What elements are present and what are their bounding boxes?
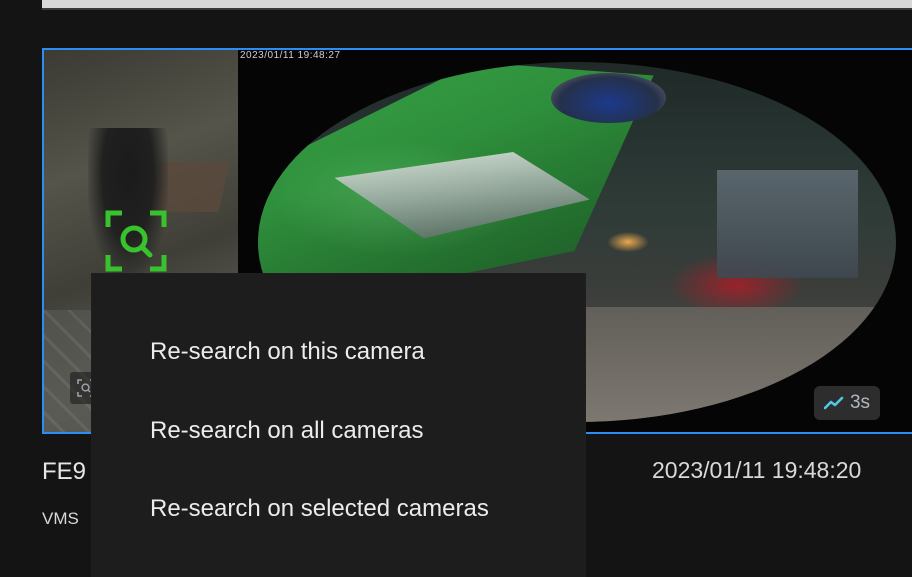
- camera-subtitle: VMS: [42, 509, 79, 528]
- trend-badge[interactable]: 3s: [814, 386, 880, 420]
- context-menu: Re-search on this camera Re-search on al…: [92, 274, 585, 577]
- top-divider-shadow: [42, 8, 912, 10]
- fisheye-dome: [551, 72, 667, 124]
- search-focus-icon[interactable]: [105, 210, 167, 272]
- trend-duration: 3s: [849, 392, 871, 413]
- fisheye-building: [717, 170, 858, 278]
- event-timestamp: 2023/01/11 19:48:20: [652, 457, 862, 483]
- top-divider: [42, 0, 912, 8]
- trend-line-icon: [823, 396, 844, 410]
- menu-item-research-this-camera[interactable]: Re-search on this camera: [92, 322, 585, 382]
- menu-item-research-all-cameras[interactable]: Re-search on all cameras: [92, 401, 585, 461]
- menu-item-research-selected-cameras[interactable]: Re-search on selected cameras: [92, 479, 585, 539]
- camera-name: FE9: [42, 458, 87, 485]
- video-timestamp-overlay: 2023/01/11 19:48:27: [240, 50, 341, 61]
